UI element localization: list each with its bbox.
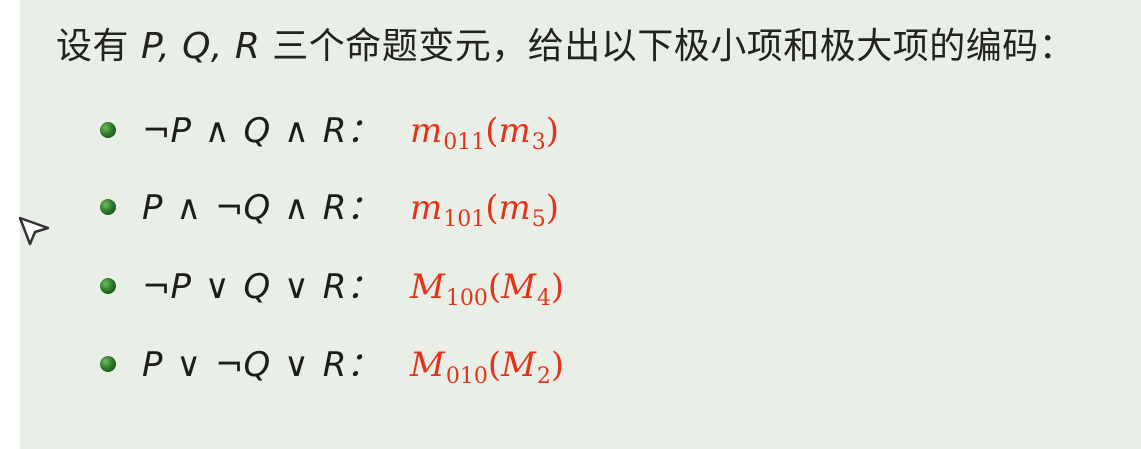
alt-index: 2 (536, 364, 551, 389)
code-index: 011 (443, 130, 486, 155)
formula: ¬P ∧ Q ∧ R： (142, 111, 381, 151)
alt-index: 4 (536, 286, 551, 311)
title-suffix: 三个命题变元，给出以下极小项和极大项的编码： (260, 26, 1076, 67)
code-index: 010 (445, 364, 488, 389)
formula: P ∧ ¬Q ∧ R： (142, 188, 381, 228)
code-symbol: m (410, 111, 443, 151)
encoding: m011(m3) (410, 111, 560, 155)
slide-title: 设有 P, Q, R 三个命题变元，给出以下极小项和极大项的编码： (56, 24, 1075, 70)
code-index: 101 (443, 207, 486, 232)
green-ball-bullet-icon (100, 278, 116, 294)
formula: P ∨ ¬Q ∨ R： (142, 345, 381, 385)
alt-symbol: M (501, 345, 536, 385)
encoding: M010(M2) (410, 345, 565, 389)
left-margin-strip (0, 0, 20, 449)
alt-index: 3 (531, 130, 546, 155)
green-ball-bullet-icon (100, 122, 116, 138)
mouse-cursor-icon (18, 216, 50, 246)
encoding: m101(m5) (410, 188, 560, 232)
alt-symbol: m (498, 111, 531, 151)
slide: 设有 P, Q, R 三个命题变元，给出以下极小项和极大项的编码： ¬P ∧ Q… (20, 0, 1141, 449)
encoding: M100(M4) (410, 267, 565, 311)
code-index: 100 (445, 286, 488, 311)
title-vars: P, Q, R (140, 26, 261, 67)
code-symbol: M (410, 345, 445, 385)
alt-symbol: m (498, 188, 531, 228)
alt-index: 5 (531, 207, 546, 232)
code-symbol: m (410, 188, 443, 228)
alt-symbol: M (501, 267, 536, 307)
title-prefix: 设有 (56, 26, 141, 67)
formula: ¬P ∨ Q ∨ R： (142, 267, 381, 307)
green-ball-bullet-icon (100, 199, 116, 215)
code-symbol: M (410, 267, 445, 307)
green-ball-bullet-icon (100, 356, 116, 372)
